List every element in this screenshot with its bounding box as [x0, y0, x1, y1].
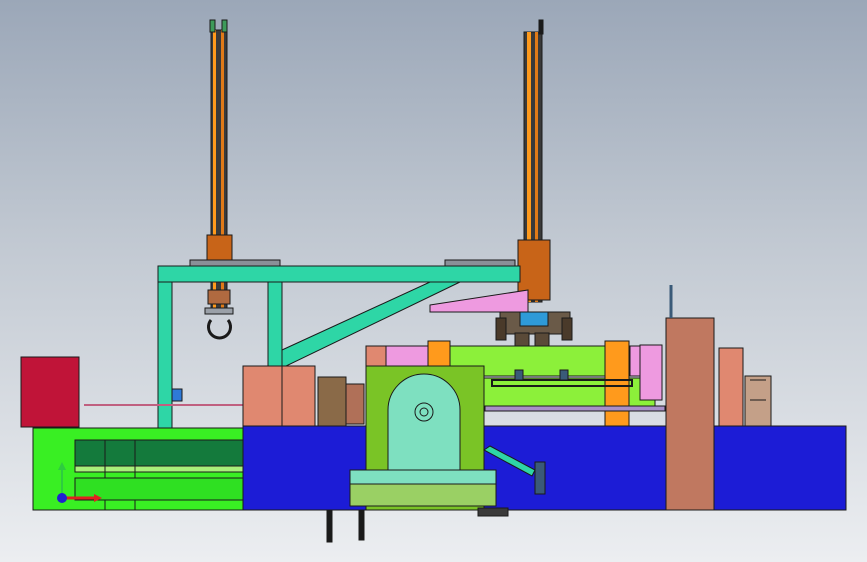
right-tower: [665, 285, 715, 511]
right-vertical-column: [517, 19, 551, 303]
right-rack: [744, 375, 772, 427]
electrical-cabinet: [20, 356, 80, 428]
pink-brace: [429, 289, 529, 313]
machine-assembly-drawing: [20, 19, 847, 543]
salmon-block-right: [718, 347, 744, 427]
salmon-block-left: [242, 365, 316, 427]
center-housing: [349, 365, 497, 511]
left-vertical-column: [204, 19, 234, 340]
coordinate-axis-triad-icon: [57, 462, 102, 503]
cad-viewport[interactable]: [0, 0, 867, 562]
